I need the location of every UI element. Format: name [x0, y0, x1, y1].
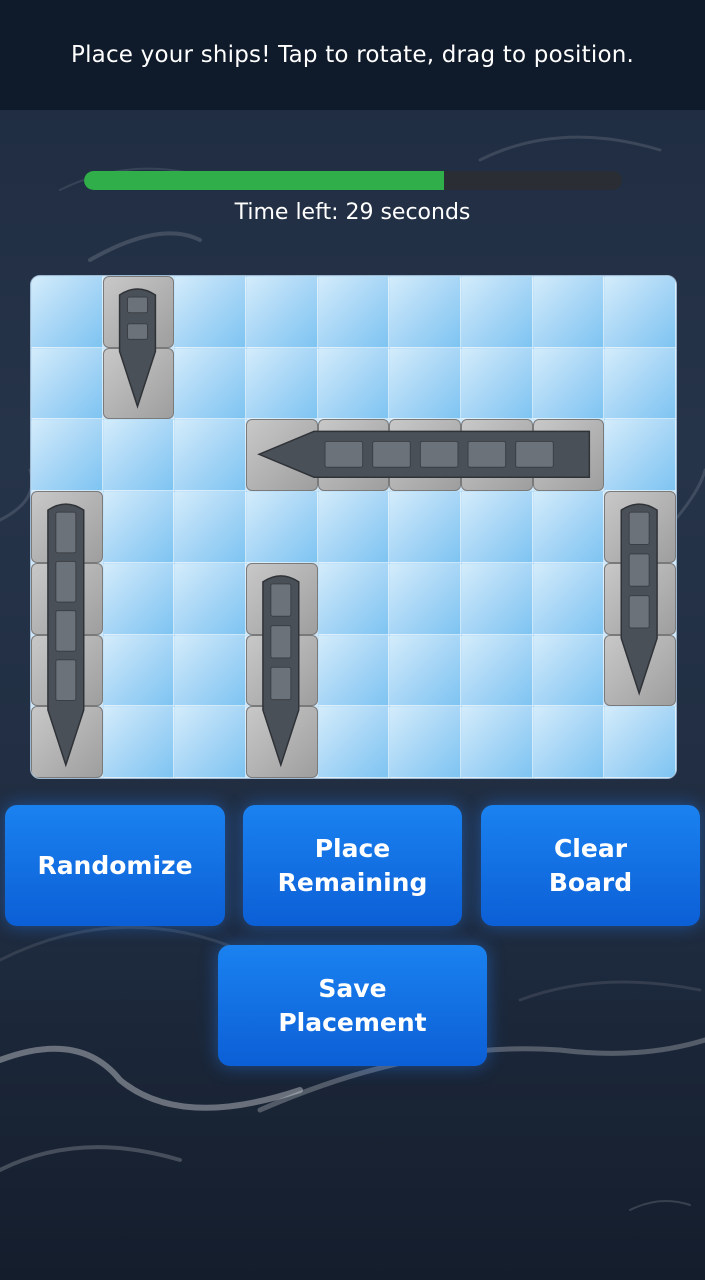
- grid-cell[interactable]: [604, 706, 676, 778]
- instruction-bar: Place your ships! Tap to rotate, drag to…: [0, 0, 705, 110]
- grid-cell[interactable]: [31, 347, 103, 420]
- grid-cell[interactable]: [460, 634, 533, 707]
- grid-cell[interactable]: [460, 706, 533, 778]
- grid-cell[interactable]: [317, 419, 390, 492]
- grid-cell[interactable]: [389, 634, 461, 707]
- grid-cell[interactable]: [245, 491, 318, 563]
- grid-cell[interactable]: [532, 276, 605, 348]
- grid-cell[interactable]: [102, 491, 175, 563]
- grid-cell[interactable]: [389, 419, 461, 492]
- save-placement-button[interactable]: Save Placement: [218, 945, 487, 1066]
- grid-cell[interactable]: [317, 347, 390, 420]
- grid-cell[interactable]: [460, 562, 533, 635]
- grid-cell[interactable]: [245, 634, 318, 707]
- grid-cell[interactable]: [604, 634, 676, 707]
- grid-cell[interactable]: [174, 634, 246, 707]
- place-remaining-button[interactable]: Place Remaining: [243, 805, 462, 926]
- grid-cell[interactable]: [31, 706, 103, 778]
- grid-cell[interactable]: [532, 634, 605, 707]
- grid-cell[interactable]: [102, 419, 175, 492]
- grid-cell[interactable]: [460, 347, 533, 420]
- grid-cell[interactable]: [31, 634, 103, 707]
- grid-cell[interactable]: [245, 276, 318, 348]
- grid-cell[interactable]: [389, 562, 461, 635]
- grid-cell[interactable]: [604, 347, 676, 420]
- grid-cell[interactable]: [317, 634, 390, 707]
- grid-cell[interactable]: [389, 491, 461, 563]
- grid-cell[interactable]: [31, 562, 103, 635]
- grid-cell[interactable]: [102, 562, 175, 635]
- grid-cell[interactable]: [389, 347, 461, 420]
- grid-cell[interactable]: [460, 276, 533, 348]
- grid-cell[interactable]: [102, 347, 175, 420]
- grid-cell[interactable]: [532, 491, 605, 563]
- timer-progress-bar: [84, 171, 622, 190]
- grid-cell[interactable]: [532, 347, 605, 420]
- grid-cell[interactable]: [31, 491, 103, 563]
- grid-cell[interactable]: [245, 419, 318, 492]
- grid-cell[interactable]: [532, 562, 605, 635]
- time-left-label: Time left: 29 seconds: [234, 200, 471, 225]
- instruction-text: Place your ships! Tap to rotate, drag to…: [71, 42, 634, 68]
- grid-cell[interactable]: [317, 276, 390, 348]
- randomize-button[interactable]: Randomize: [5, 805, 225, 926]
- grid-cell[interactable]: [102, 706, 175, 778]
- timer-progress-fill: [84, 171, 445, 190]
- grid-cell[interactable]: [174, 562, 246, 635]
- grid-cell[interactable]: [31, 276, 103, 348]
- grid-cell[interactable]: [174, 276, 246, 348]
- grid-cell[interactable]: [604, 419, 676, 492]
- grid-cell[interactable]: [532, 419, 605, 492]
- grid-cell[interactable]: [245, 706, 318, 778]
- grid-cell[interactable]: [317, 562, 390, 635]
- grid-cell[interactable]: [460, 491, 533, 563]
- grid-cell[interactable]: [604, 276, 676, 348]
- grid-cell[interactable]: [174, 419, 246, 492]
- grid-cell[interactable]: [174, 706, 246, 778]
- grid-cell[interactable]: [245, 347, 318, 420]
- grid-cell[interactable]: [317, 491, 390, 563]
- grid-cell[interactable]: [604, 491, 676, 563]
- grid-cell[interactable]: [460, 419, 533, 492]
- grid-cell[interactable]: [174, 347, 246, 420]
- grid-cell[interactable]: [317, 706, 390, 778]
- grid-cell[interactable]: [532, 706, 605, 778]
- grid-cell[interactable]: [389, 706, 461, 778]
- grid-cell[interactable]: [604, 562, 676, 635]
- grid-cell[interactable]: [102, 276, 175, 348]
- placement-grid[interactable]: [30, 275, 677, 779]
- grid-cell[interactable]: [245, 562, 318, 635]
- grid-cell[interactable]: [31, 419, 103, 492]
- clear-board-button[interactable]: Clear Board: [481, 805, 700, 926]
- grid-cell[interactable]: [389, 276, 461, 348]
- grid-cell[interactable]: [102, 634, 175, 707]
- grid-cell[interactable]: [174, 491, 246, 563]
